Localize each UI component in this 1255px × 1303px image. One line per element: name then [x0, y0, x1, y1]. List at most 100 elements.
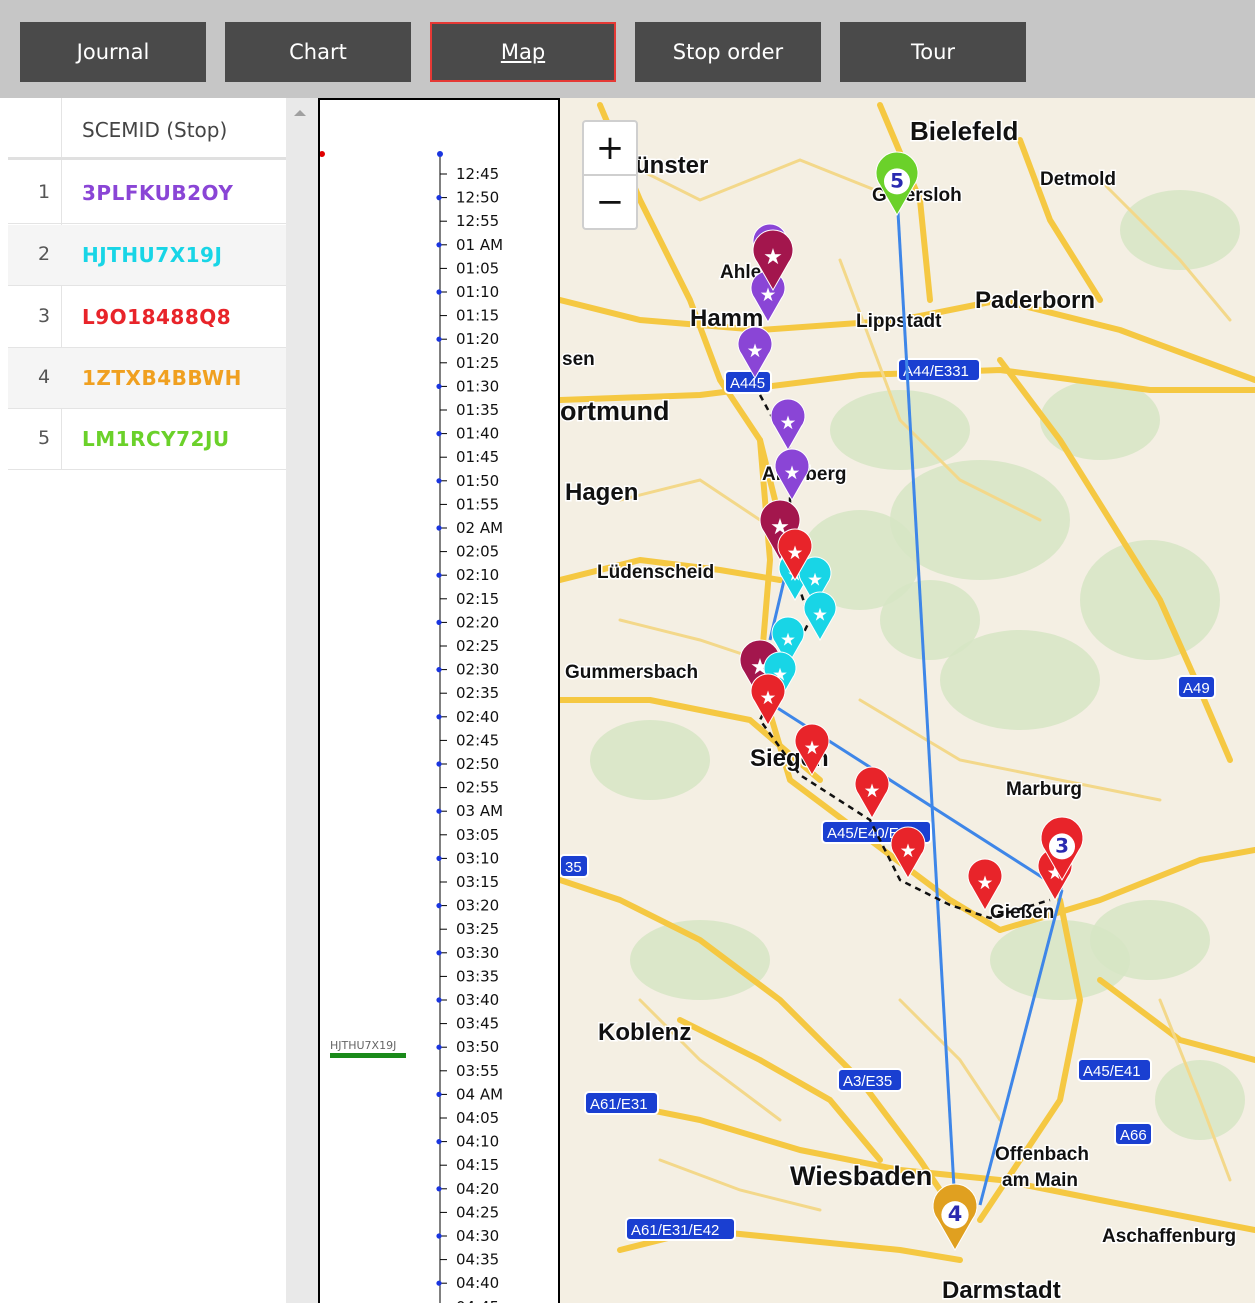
- road-line: [1097, 977, 1255, 1063]
- timeline-time-label: 02:20: [456, 613, 499, 631]
- timeline-time-label: 04:35: [456, 1251, 499, 1269]
- timeline-time-label: 03:25: [456, 920, 499, 938]
- stop-marker-purple: ★: [770, 398, 806, 452]
- city-label: Gummersbach: [565, 662, 698, 683]
- timeline-point: [436, 1186, 442, 1192]
- zoom-out-button[interactable]: −: [582, 174, 638, 230]
- timeline-time-label: 04:05: [456, 1109, 499, 1127]
- timeline-point: [436, 336, 442, 342]
- city-label: Lippstadt: [856, 311, 942, 332]
- timeline-time-label: 04:45: [456, 1298, 499, 1303]
- map-view[interactable]: Bielefeld ünster Detmold Gütersloh Paderborn…: [560, 98, 1255, 1303]
- stop-marker-purple: ★: [774, 448, 810, 502]
- table-scrollbar[interactable]: [286, 98, 318, 1303]
- city-label: Bielefeld: [910, 116, 1018, 146]
- city-label: Marburg: [1006, 779, 1082, 800]
- road-line: [618, 478, 762, 522]
- timeline-time-label: 12:55: [456, 212, 499, 230]
- map-canvas[interactable]: BielefeldünsterDetmoldGüterslohPaderborn…: [560, 98, 1255, 1303]
- timeline-time-label: 01:15: [456, 307, 499, 325]
- timeline-time-label: 03:30: [456, 944, 499, 962]
- timeline-point: [437, 151, 443, 157]
- timeline-point: [436, 761, 442, 767]
- tab-tour[interactable]: Tour: [840, 22, 1026, 82]
- road-shield-label: A45/E41: [1083, 1063, 1141, 1080]
- forest-area: [880, 580, 980, 660]
- city-label: Paderborn: [975, 287, 1095, 314]
- timeline-time-label: 12:50: [456, 189, 499, 207]
- stop-id: 1ZTXB4BBWH: [82, 366, 242, 390]
- svg-text:★: ★: [804, 738, 821, 759]
- timeline-time-label: 03:05: [456, 826, 499, 844]
- city-label: sen: [562, 349, 595, 370]
- timeline-time-label: 01:55: [456, 495, 499, 513]
- table-row[interactable]: 1 3PLFKUB2OY: [8, 163, 286, 224]
- table-row[interactable]: 3 L9O18488Q8: [8, 287, 286, 348]
- table-row[interactable]: 4 1ZTXB4BBWH: [8, 348, 286, 409]
- row-index: 5: [38, 427, 51, 449]
- timeline-time-label: 01:30: [456, 377, 499, 395]
- timeline-time-label: 04 AM: [456, 1085, 503, 1103]
- tab-chart[interactable]: Chart: [225, 22, 411, 82]
- depot-marker-4: 4: [932, 1183, 978, 1252]
- timeline-time-label: 01 AM: [456, 236, 503, 254]
- svg-text:★: ★: [760, 688, 777, 709]
- timeline-point: [436, 431, 442, 437]
- city-label: Hagen: [565, 479, 638, 506]
- timeline-point: [436, 1044, 442, 1050]
- row-index: 1: [38, 181, 51, 203]
- svg-text:★: ★: [784, 463, 801, 484]
- svg-text:5: 5: [890, 168, 904, 192]
- timeline-panel[interactable]: 12:45 12:50 12:55 01 AM 01:05 01:10 01:15 01:20…: [318, 98, 560, 1303]
- svg-text:★: ★: [780, 630, 796, 650]
- timeline-time-label: 01:20: [456, 330, 499, 348]
- table-row[interactable]: 5 LM1RCY72JU: [8, 409, 286, 470]
- timeline-time-label: 02:05: [456, 543, 499, 561]
- timeline-point: [436, 1139, 442, 1145]
- svg-text:★: ★: [763, 245, 783, 270]
- svg-text:3: 3: [1055, 833, 1069, 857]
- stop-marker-red: ★: [750, 673, 786, 727]
- city-label: Darmstadt: [942, 1277, 1061, 1303]
- forest-area: [630, 920, 770, 1000]
- tab-journal[interactable]: Journal: [20, 22, 206, 82]
- stop-id: LM1RCY72JU: [82, 427, 230, 451]
- stop-id: 3PLFKUB2OY: [82, 181, 234, 205]
- timeline-time-label: 03:45: [456, 1015, 499, 1033]
- road-shield-label: A44/E331: [903, 363, 969, 380]
- timeline-point: [436, 714, 442, 720]
- timeline-point: [436, 195, 442, 201]
- row-index: 2: [38, 243, 51, 265]
- timeline-time-label: 01:50: [456, 472, 499, 490]
- timeline-time-label: 01:45: [456, 448, 499, 466]
- timeline-point: [436, 383, 442, 389]
- timeline-point: [436, 997, 442, 1003]
- city-label: Detmold: [1040, 169, 1116, 190]
- tab-stop-order[interactable]: Stop order: [635, 22, 821, 82]
- svg-text:★: ★: [780, 413, 797, 434]
- row-index: 4: [38, 366, 51, 388]
- timeline-point: [436, 1091, 442, 1097]
- zoom-in-button[interactable]: +: [582, 120, 638, 176]
- timeline-time-label: 03:10: [456, 849, 499, 867]
- timeline-time-label: 04:30: [456, 1227, 499, 1245]
- column-header-scemid[interactable]: SCEMID (Stop): [82, 118, 227, 142]
- row-index: 3: [38, 305, 51, 327]
- stop-id: L9O18488Q8: [82, 305, 232, 329]
- timeline-time-label: 04:15: [456, 1156, 499, 1174]
- svg-text:★: ★: [747, 341, 764, 362]
- timeline-time-label: 02:50: [456, 755, 499, 773]
- scroll-up-arrow-icon[interactable]: [294, 110, 306, 116]
- timeline-time-label: 02:55: [456, 779, 499, 797]
- timeline-point: [436, 667, 442, 673]
- timeline-point: [436, 808, 442, 814]
- table-row[interactable]: 2 HJTHU7X19J: [8, 225, 286, 286]
- view-tab-bar: Journal Chart Map Stop order Tour: [0, 0, 1255, 98]
- tab-map[interactable]: Map: [430, 22, 616, 82]
- forest-area: [1040, 380, 1160, 460]
- forest-area: [830, 390, 970, 470]
- city-label: Gießen: [990, 902, 1054, 923]
- timeline-point: [436, 572, 442, 578]
- city-label: am Main: [1002, 1170, 1078, 1191]
- timeline-time-label: 02:25: [456, 637, 499, 655]
